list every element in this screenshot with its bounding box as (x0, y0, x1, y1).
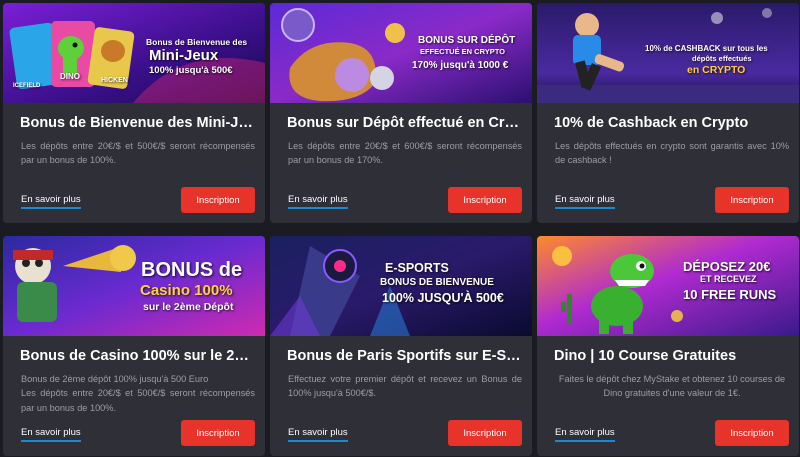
promo-card-minigames: DINO ICEFIELD HICKEN Bonus de Bienvenue … (3, 3, 265, 223)
banner-headline-1: BONUS de (141, 259, 243, 281)
learn-more-link[interactable]: En savoir plus (21, 427, 81, 442)
promo-description: Les dépôts entre 20€/$ et 500€/$ seront … (21, 141, 255, 166)
dino-banner-art (537, 236, 799, 336)
promo-title: Bonus sur Dépôt effectué en Crypto (287, 115, 523, 131)
banner-headline-3: 10 FREE RUNS (683, 287, 777, 302)
banner-headline-2: EFFECTUÉ EN CRYPTO (420, 47, 506, 56)
banner-headline-1: DÉPOSEZ 20€ (683, 259, 771, 274)
promo-card-cashback: 10% de CASHBACK sur tous les dépôts effe… (537, 3, 799, 223)
signup-button[interactable]: Inscription (181, 420, 255, 446)
promo-title: Bonus de Casino 100% sur le 2ème Dépôt (20, 348, 256, 364)
promo-banner-minigames[interactable]: DINO ICEFIELD HICKEN Bonus de Bienvenue … (3, 3, 265, 103)
banner-headline-3: sur le 2ème Dépôt (143, 301, 234, 313)
banner-headline-1: E-SPORTS (385, 261, 449, 275)
signup-button[interactable]: Inscription (181, 187, 255, 213)
banner-headline-3: 170% jusqu'à 1000 € (412, 60, 509, 71)
banner-headline-3: 100% JUSQU'À 500€ (382, 291, 504, 305)
banner-headline-2: Casino 100% (140, 282, 233, 299)
learn-more-link[interactable]: En savoir plus (21, 194, 81, 209)
learn-more-link[interactable]: En savoir plus (555, 427, 615, 442)
promo-description: Les dépôts entre 20€/$ et 600€/$ seront … (288, 141, 522, 166)
banner-headline-2: ET RECEVEZ (700, 274, 757, 284)
banner-game-label-dino: DINO (60, 72, 80, 81)
banner-headline-1: Bonus de Bienvenue des (146, 37, 248, 47)
promo-title: Bonus de Paris Sportifs sur E-Sports (287, 348, 523, 364)
banner-headline-3: en CRYPTO (687, 64, 746, 76)
banner-headline-3: 100% jusqu'à 500€ (149, 65, 233, 76)
signup-button[interactable]: Inscription (448, 187, 522, 213)
promo-title: Dino | 10 Course Gratuites (554, 348, 737, 364)
signup-button[interactable]: Inscription (715, 420, 789, 446)
promo-description: Bonus de 2ème dépôt 100% jusqu'à 500 Eur… (21, 374, 255, 413)
promo-banner-casino[interactable]: BONUS de Casino 100% sur le 2ème Dépôt (3, 236, 265, 336)
promo-card-esports: E-SPORTS BONUS DE BIENVENUE 100% JUSQU'À… (270, 236, 532, 456)
banner-headline-1: BONUS SUR DÉPÔT (418, 35, 516, 46)
banner-game-label-chicken: HICKEN (101, 77, 128, 84)
learn-more-link[interactable]: En savoir plus (288, 194, 348, 209)
promo-banner-esports[interactable]: E-SPORTS BONUS DE BIENVENUE 100% JUSQU'À… (270, 236, 532, 336)
banner-headline-2: Mini-Jeux (149, 47, 219, 64)
signup-button[interactable]: Inscription (715, 187, 789, 213)
promo-title: Bonus de Bienvenue des Mini-Jeux (20, 115, 256, 131)
signup-button[interactable]: Inscription (448, 420, 522, 446)
learn-more-link[interactable]: En savoir plus (555, 194, 615, 209)
promo-card-crypto-deposit: BONUS SUR DÉPÔT EFFECTUÉ EN CRYPTO 170% … (270, 3, 532, 223)
promo-banner-dino[interactable]: DÉPOSEZ 20€ ET RECEVEZ 10 FREE RUNS (537, 236, 799, 336)
promo-description: Les dépôts effectués en crypto sont gara… (555, 141, 789, 166)
promo-description: Effectuez votre premier dépôt et recevez… (288, 374, 522, 399)
learn-more-link[interactable]: En savoir plus (288, 427, 348, 442)
promo-card-casino-second-deposit: BONUS de Casino 100% sur le 2ème Dépôt B… (3, 236, 265, 456)
promo-banner-cashback[interactable]: 10% de CASHBACK sur tous les dépôts effe… (537, 3, 799, 103)
banner-game-label-icefield: ICEFIELD (13, 83, 41, 89)
promo-title: 10% de Cashback en Crypto (554, 115, 749, 131)
promotions-grid: DINO ICEFIELD HICKEN Bonus de Bienvenue … (3, 3, 799, 456)
banner-headline-2: dépôts effectués (692, 54, 752, 63)
promo-card-dino-free-runs: DÉPOSEZ 20€ ET RECEVEZ 10 FREE RUNS Dino… (537, 236, 799, 456)
promo-banner-crypto-deposit[interactable]: BONUS SUR DÉPÔT EFFECTUÉ EN CRYPTO 170% … (270, 3, 532, 103)
banner-headline-2: BONUS DE BIENVENUE (380, 277, 494, 288)
minigames-banner-art (3, 3, 265, 103)
banner-headline-1: 10% de CASHBACK sur tous les (645, 44, 768, 53)
promo-description: Faites le dépôt chez MyStake et obtenez … (558, 374, 786, 399)
